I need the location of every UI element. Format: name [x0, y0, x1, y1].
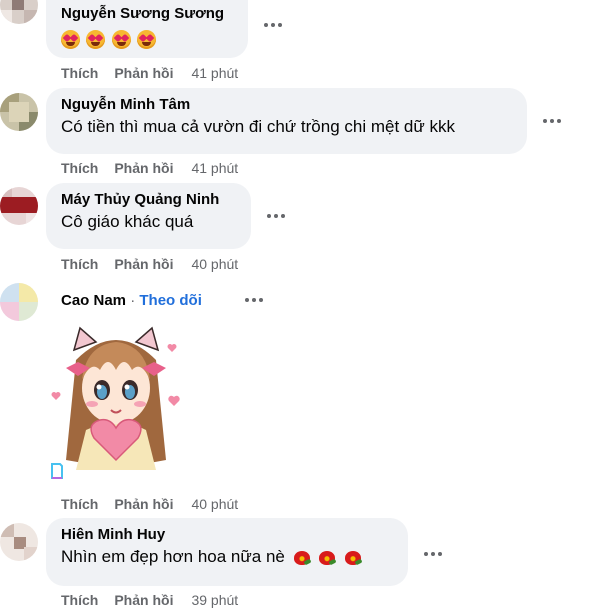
- reply-button[interactable]: Phản hồi: [114, 65, 173, 81]
- avatar[interactable]: [0, 0, 38, 24]
- comment-bubble: Nguyễn Sương Sương: [46, 0, 248, 58]
- comment-author[interactable]: Nguyễn Minh Tâm: [61, 95, 513, 115]
- comment-text: Có tiền thì mua cả vườn đi chứ trồng chi…: [61, 117, 455, 136]
- heart-eyes-emoji: [137, 30, 157, 49]
- like-button[interactable]: Thích: [61, 160, 98, 176]
- comment-text-row: Nhìn em đẹp hơn hoa nữa nè: [61, 545, 394, 569]
- comment-text: Cô giáo khác quá: [61, 212, 194, 231]
- more-options-icon[interactable]: [242, 292, 266, 308]
- comment-actions: Thích Phản hồi 39 phút: [61, 591, 238, 609]
- heart-eyes-emoji: [111, 30, 131, 49]
- avatar[interactable]: [0, 523, 38, 561]
- like-button[interactable]: Thích: [61, 65, 98, 81]
- comment-author[interactable]: Cao Nam: [61, 292, 126, 309]
- heart-eyes-emoji: [86, 30, 106, 49]
- avatar[interactable]: [0, 283, 38, 321]
- avatar[interactable]: [0, 93, 38, 131]
- hibiscus-emoji: [344, 549, 362, 567]
- comment-text: Nhìn em đẹp hơn hoa nữa nè: [61, 547, 285, 566]
- more-options-icon[interactable]: [540, 113, 564, 129]
- reply-button[interactable]: Phản hồi: [114, 496, 173, 512]
- comment-header: Cao Nam · Theo dõi: [61, 291, 202, 311]
- like-button[interactable]: Thích: [61, 592, 98, 608]
- comment-timestamp[interactable]: 40 phút: [191, 256, 238, 272]
- hibiscus-emoji: [293, 549, 311, 567]
- reply-button[interactable]: Phản hồi: [114, 256, 173, 272]
- comment-timestamp[interactable]: 39 phút: [191, 592, 238, 608]
- comment-timestamp[interactable]: 40 phút: [191, 496, 238, 512]
- more-options-icon[interactable]: [261, 17, 285, 33]
- more-options-icon[interactable]: [421, 546, 445, 562]
- comment-bubble: Hiên Minh Huy Nhìn em đẹp hơn hoa nữa nè: [46, 518, 408, 586]
- emoji-row: [61, 30, 234, 49]
- comment-bubble: Nguyễn Minh Tâm Có tiền thì mua cả vườn …: [46, 88, 527, 154]
- comment-bubble: Máy Thủy Quảng Ninh Cô giáo khác quá: [46, 183, 251, 249]
- cat-girl-holding-heart-sticker: [51, 326, 180, 470]
- reply-button[interactable]: Phản hồi: [114, 160, 173, 176]
- separator-dot: ·: [126, 292, 140, 309]
- comment-timestamp[interactable]: 41 phút: [191, 65, 238, 81]
- sticker-image[interactable]: [46, 320, 186, 470]
- follow-button[interactable]: Theo dõi: [139, 292, 202, 309]
- reply-button[interactable]: Phản hồi: [114, 592, 173, 608]
- comment-actions: Thích Phản hồi 40 phút: [61, 255, 238, 273]
- like-button[interactable]: Thích: [61, 496, 98, 512]
- more-options-icon[interactable]: [264, 208, 288, 224]
- comment-timestamp[interactable]: 41 phút: [191, 160, 238, 176]
- comment-actions: Thích Phản hồi 40 phút: [61, 495, 238, 513]
- hibiscus-emoji: [318, 549, 336, 567]
- comment-author[interactable]: Hiên Minh Huy: [61, 525, 394, 545]
- like-button[interactable]: Thích: [61, 256, 98, 272]
- heart-eyes-emoji: [61, 30, 80, 49]
- comment-actions: Thích Phản hồi 41 phút: [61, 64, 238, 82]
- sticker-source-icon: [50, 462, 64, 480]
- comment-author[interactable]: Máy Thủy Quảng Ninh: [61, 190, 237, 210]
- comment-actions: Thích Phản hồi 41 phút: [61, 159, 238, 177]
- comment-author[interactable]: Nguyễn Sương Sương: [61, 4, 234, 24]
- avatar[interactable]: [0, 187, 38, 225]
